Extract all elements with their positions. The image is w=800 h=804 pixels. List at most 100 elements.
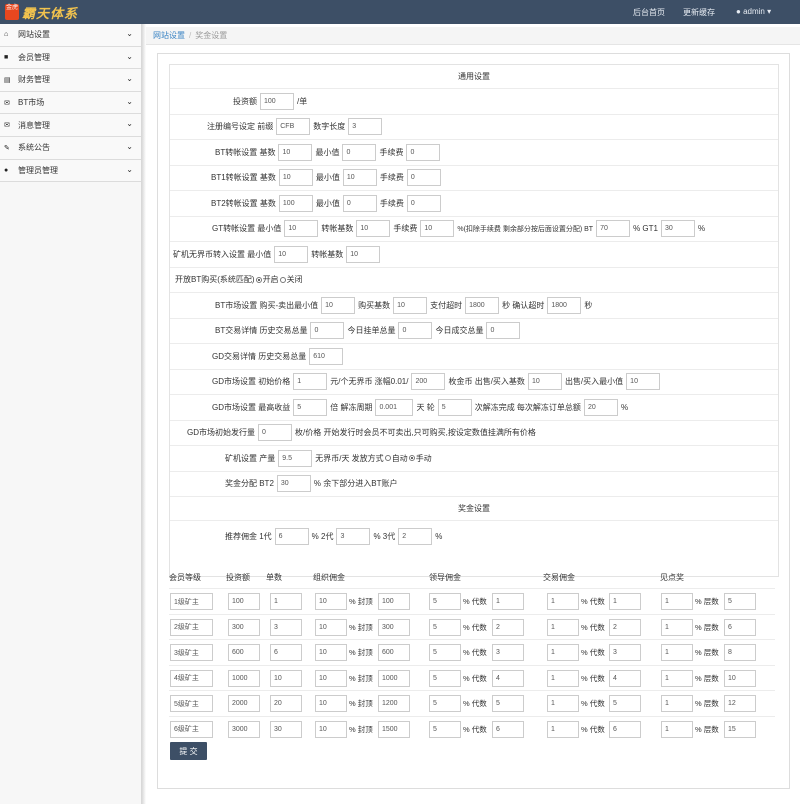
table-cell-input[interactable]: 1: [609, 593, 641, 610]
table-cell-input[interactable]: 1000: [228, 669, 260, 687]
table-cell-input[interactable]: 5: [724, 593, 756, 610]
sidebar-item-bt-market[interactable]: ✉ BT市场 ⌄: [0, 91, 141, 115]
gd-cycle-input[interactable]: 0.001: [375, 398, 414, 416]
table-cell-input[interactable]: 1: [547, 593, 579, 610]
table-cell-input[interactable]: 8: [724, 644, 756, 661]
table-cell-input[interactable]: 600: [378, 644, 410, 661]
bt-base-input[interactable]: 10: [278, 143, 313, 161]
table-cell-input[interactable]: 4级矿主: [170, 669, 213, 687]
table-cell-input[interactable]: 1500: [378, 720, 410, 738]
table-cell-input[interactable]: 6级矿主: [170, 720, 213, 738]
sidebar-item-admins[interactable]: ● 管理员管理 ⌄: [0, 159, 141, 183]
bonus-bt2-input[interactable]: 30: [276, 475, 311, 493]
table-cell-input[interactable]: 1: [661, 618, 693, 636]
table-cell-input[interactable]: 5: [429, 644, 461, 661]
table-cell-input[interactable]: 3: [270, 618, 302, 636]
table-cell-input[interactable]: 3: [492, 644, 524, 661]
table-cell-input[interactable]: 5: [609, 695, 641, 712]
gd-order-input[interactable]: 20: [583, 398, 618, 416]
sidebar-item-site-settings[interactable]: ⌂ 网站设置 ⌄: [0, 24, 141, 47]
table-cell-input[interactable]: 1: [547, 695, 579, 712]
user-menu[interactable]: ● admin ▾: [736, 7, 771, 16]
referral-g1-input[interactable]: 6: [274, 527, 309, 545]
table-cell-input[interactable]: 1: [270, 593, 302, 610]
miner-min-input[interactable]: 10: [274, 245, 309, 263]
table-cell-input[interactable]: 1级矿主: [170, 593, 213, 610]
table-cell-input[interactable]: 3000: [228, 720, 260, 738]
gd-issue-input[interactable]: 0: [258, 424, 292, 442]
table-cell-input[interactable]: 6: [609, 720, 641, 738]
table-cell-input[interactable]: 10: [315, 669, 347, 687]
admin-home-link[interactable]: 后台首页: [633, 7, 665, 18]
table-cell-input[interactable]: 2: [492, 618, 524, 636]
sidebar-item-finance[interactable]: ▤ 财务管理 ⌄: [0, 69, 141, 92]
table-cell-input[interactable]: 1200: [378, 695, 410, 712]
table-cell-input[interactable]: 5: [429, 618, 461, 636]
table-cell-input[interactable]: 1: [661, 720, 693, 738]
gd-price-input[interactable]: 1: [293, 373, 328, 391]
refresh-cache-link[interactable]: 更新缓存: [683, 7, 715, 18]
table-cell-input[interactable]: 1: [661, 669, 693, 687]
table-cell-input[interactable]: 4: [492, 669, 524, 687]
table-cell-input[interactable]: 10: [724, 669, 756, 687]
radio-off[interactable]: [279, 276, 286, 283]
radio-manual[interactable]: [408, 455, 415, 462]
table-cell-input[interactable]: 1: [492, 593, 524, 610]
bt-done-input[interactable]: 0: [486, 322, 521, 340]
table-cell-input[interactable]: 1000: [378, 669, 410, 687]
gd-base-input[interactable]: 10: [527, 373, 562, 391]
gt-base-input[interactable]: 10: [356, 220, 391, 238]
table-cell-input[interactable]: 300: [378, 618, 410, 636]
table-cell-input[interactable]: 1: [661, 695, 693, 712]
referral-g2-input[interactable]: 3: [336, 527, 371, 545]
table-cell-input[interactable]: 5: [492, 695, 524, 712]
sidebar-item-members[interactable]: ■ 会员管理 ⌄: [0, 46, 141, 70]
gt1-input[interactable]: 30: [660, 220, 695, 238]
bt-market-min-input[interactable]: 10: [321, 296, 356, 314]
table-cell-input[interactable]: 2: [609, 618, 641, 636]
table-cell-input[interactable]: 5: [429, 669, 461, 687]
table-cell-input[interactable]: 100: [378, 593, 410, 610]
table-cell-input[interactable]: 6: [270, 644, 302, 661]
pay-timeout-input[interactable]: 1800: [465, 296, 500, 314]
table-cell-input[interactable]: 10: [270, 669, 302, 687]
miner-base-input[interactable]: 10: [346, 245, 381, 263]
gt-min-input[interactable]: 10: [284, 220, 319, 238]
confirm-timeout-input[interactable]: 1800: [547, 296, 582, 314]
submit-button[interactable]: 提 交: [170, 742, 207, 760]
gt-fee-input[interactable]: 10: [420, 220, 455, 238]
bt2-fee-input[interactable]: 0: [406, 194, 441, 212]
table-cell-input[interactable]: 4: [609, 669, 641, 687]
table-cell-input[interactable]: 5级矿主: [170, 695, 213, 712]
bt-market-base-input[interactable]: 10: [393, 296, 428, 314]
table-cell-input[interactable]: 15: [724, 720, 756, 738]
table-cell-input[interactable]: 30: [270, 720, 302, 738]
bt2-min-input[interactable]: 0: [342, 194, 377, 212]
bt1-min-input[interactable]: 10: [342, 169, 377, 187]
table-cell-input[interactable]: 1: [661, 593, 693, 610]
bt-fee-input[interactable]: 0: [406, 143, 441, 161]
table-cell-input[interactable]: 20: [270, 695, 302, 712]
table-cell-input[interactable]: 10: [315, 593, 347, 610]
radio-on[interactable]: [255, 276, 262, 283]
breadcrumb-root-link[interactable]: 网站设置: [153, 31, 185, 40]
invest-input[interactable]: 100: [260, 92, 294, 110]
miner-output-input[interactable]: 9.5: [278, 449, 313, 467]
referral-g3-input[interactable]: 2: [398, 527, 433, 545]
table-cell-input[interactable]: 5: [429, 695, 461, 712]
table-cell-input[interactable]: 12: [724, 695, 756, 712]
table-cell-input[interactable]: 3级矿主: [170, 644, 213, 661]
table-cell-input[interactable]: 5: [429, 593, 461, 610]
gd-max-input[interactable]: 5: [293, 398, 328, 416]
sidebar-item-messages[interactable]: ✉ 消息管理 ⌄: [0, 114, 141, 137]
table-cell-input[interactable]: 1: [547, 644, 579, 661]
gd-history-input[interactable]: 610: [309, 347, 344, 365]
table-cell-input[interactable]: 100: [228, 593, 260, 610]
table-cell-input[interactable]: 600: [228, 644, 260, 661]
radio-auto[interactable]: [384, 455, 391, 462]
table-cell-input[interactable]: 10: [315, 695, 347, 712]
bt1-base-input[interactable]: 10: [278, 169, 313, 187]
bt1-fee-input[interactable]: 0: [406, 169, 441, 187]
gd-amount-input[interactable]: 200: [411, 373, 446, 391]
regnum-digits-input[interactable]: 3: [348, 118, 383, 136]
